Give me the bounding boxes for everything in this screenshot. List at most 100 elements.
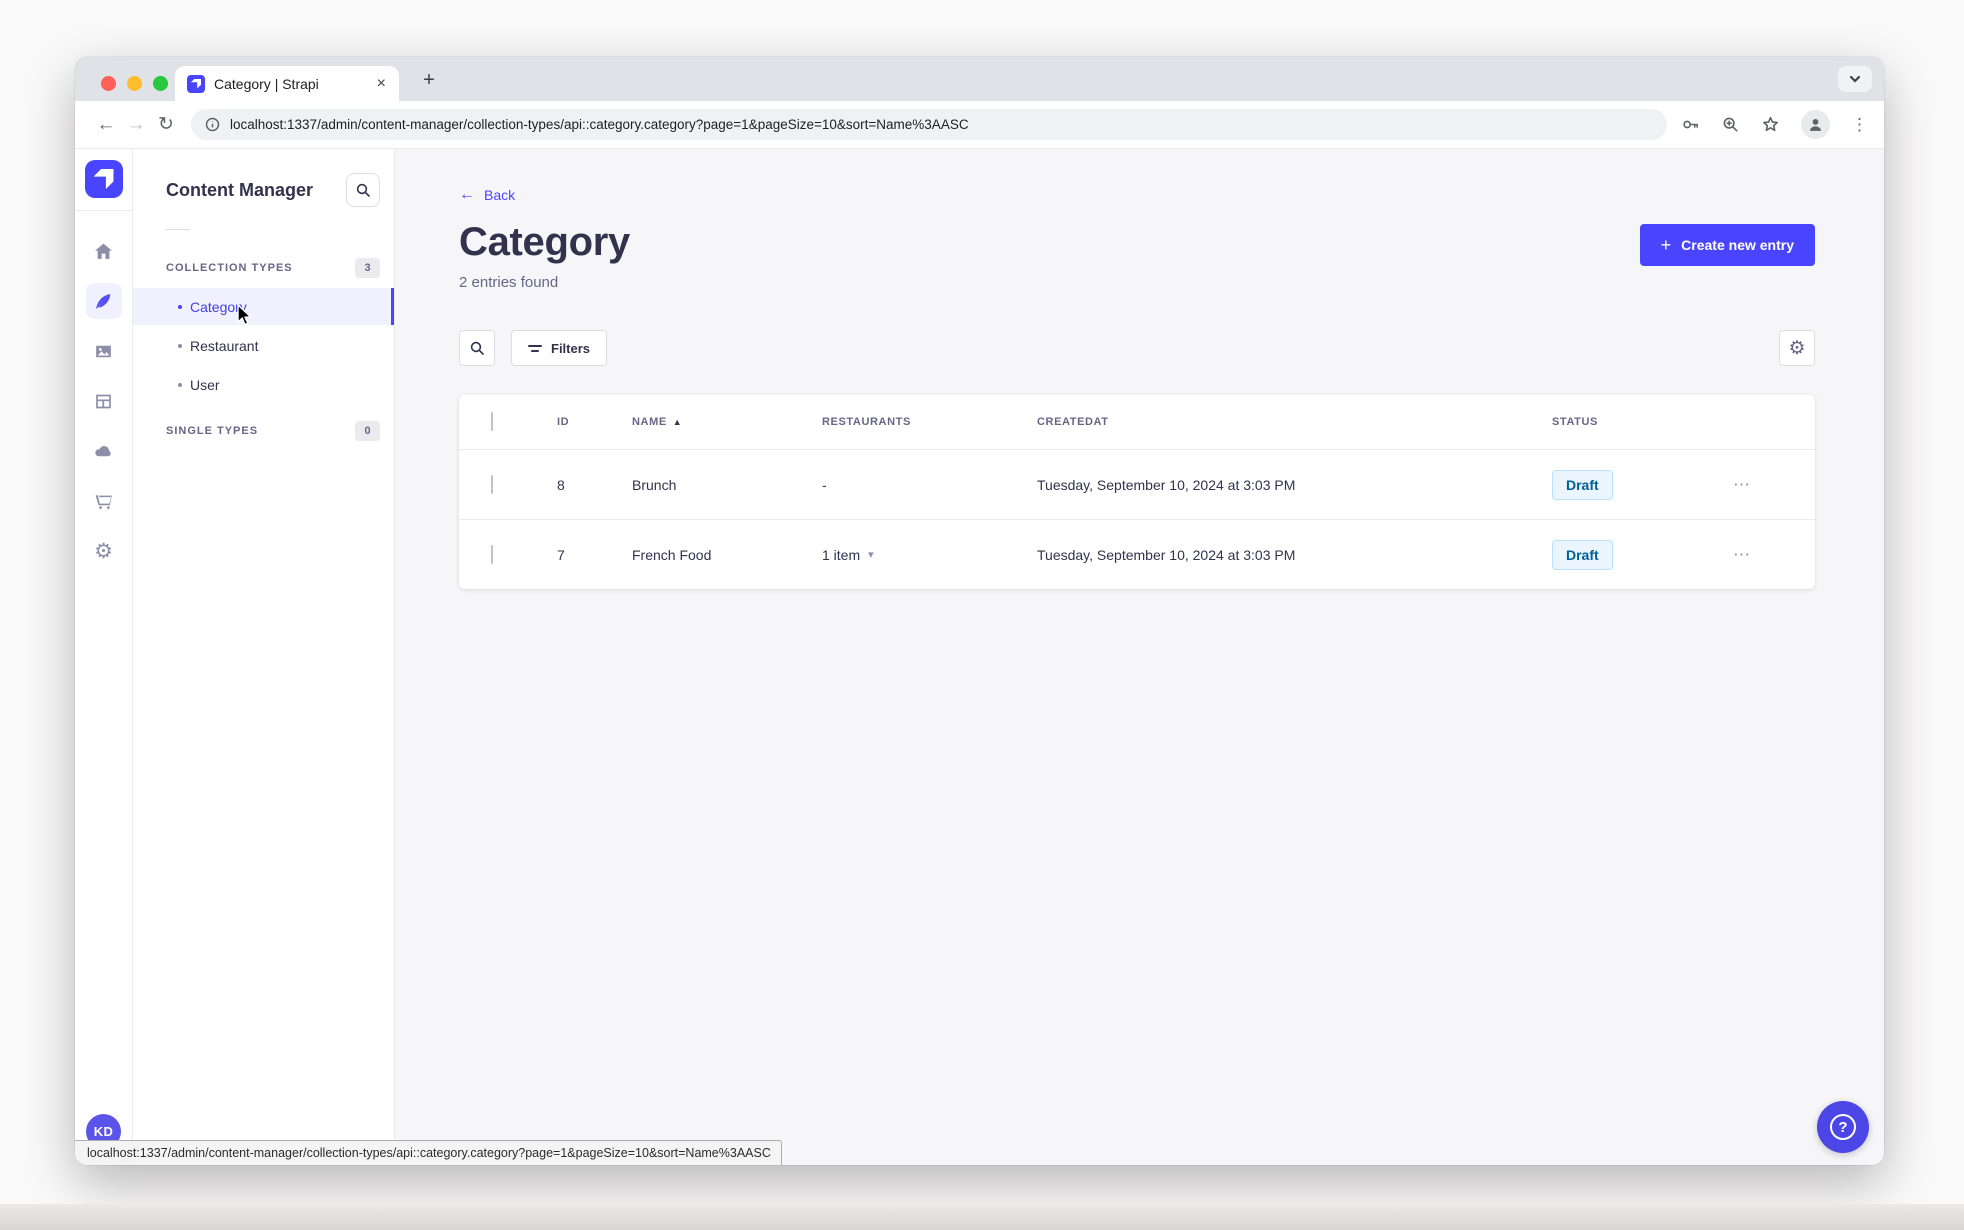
chevron-down-icon: ▾ (868, 549, 874, 561)
nav-marketplace-button[interactable] (86, 483, 122, 519)
layout-icon (96, 394, 111, 408)
profile-avatar[interactable] (1801, 110, 1830, 139)
table-row[interactable]: 8 Brunch - Tuesday, September 10, 2024 a… (459, 449, 1815, 519)
desktop-bottom-strip (0, 1204, 1964, 1230)
col-header-restaurants[interactable]: RESTAURANTS (814, 416, 1029, 428)
info-icon (205, 117, 220, 132)
entries-table: ID NAME ▲ RESTAURANTS CREATEDAT STATUS 8 … (459, 395, 1815, 589)
create-new-entry-button[interactable]: + Create new entry (1639, 224, 1815, 266)
cell-name: Brunch (632, 476, 677, 493)
tab-title: Category | Strapi (214, 75, 319, 92)
bullet-icon (178, 304, 182, 309)
sidebar-item-user[interactable]: User (133, 366, 394, 403)
table-search-button[interactable] (459, 330, 495, 366)
media-image-icon (96, 345, 111, 357)
row-checkbox[interactable] (491, 544, 493, 564)
main-content: ← Back Category + Create new entry 2 ent… (395, 149, 1884, 1165)
address-bar[interactable]: localhost:1337/admin/content-manager/col… (191, 109, 1667, 140)
col-header-id[interactable]: ID (549, 416, 624, 428)
reload-button[interactable]: ↻ (151, 113, 181, 136)
sidebar-item-restaurant[interactable]: Restaurant (133, 327, 394, 364)
nav-content-type-builder-button[interactable] (86, 383, 122, 419)
single-types-count: 0 (355, 421, 380, 441)
col-header-name[interactable]: NAME ▲ (624, 416, 814, 428)
home-icon (95, 243, 112, 259)
table-header-row: ID NAME ▲ RESTAURANTS CREATEDAT STATUS (459, 395, 1815, 449)
strapi-logo[interactable] (84, 160, 123, 198)
person-icon (1809, 119, 1822, 131)
bullet-icon (178, 382, 182, 387)
bullet-icon (178, 343, 182, 348)
tab-close-icon[interactable]: × (374, 75, 389, 93)
strapi-admin: ⚙ KD Content Manager COLLECTION TYPES 3 … (75, 149, 1884, 1165)
browser-window: Category | Strapi × + ← → ↻ localhost:13… (75, 57, 1884, 1165)
cell-id: 7 (557, 546, 565, 563)
col-header-status[interactable]: STATUS (1544, 416, 1725, 428)
toolbar-icons: ⋮ (1681, 110, 1868, 139)
bookmark-star-icon[interactable] (1761, 115, 1780, 134)
nav-home-button[interactable] (86, 233, 122, 269)
browser-toolbar: ← → ↻ localhost:1337/admin/content-manag… (75, 101, 1884, 149)
plus-icon: + (1660, 234, 1672, 255)
link-status-bar: localhost:1337/admin/content-manager/col… (75, 1140, 782, 1165)
collection-types-count: 3 (355, 258, 380, 278)
status-badge: Draft (1552, 539, 1613, 570)
row-actions-menu[interactable]: ⋯ (1733, 545, 1751, 564)
search-icon (356, 183, 370, 197)
zoom-icon[interactable] (1721, 115, 1740, 134)
sidebar-item-category[interactable]: Category (133, 288, 394, 325)
new-tab-button[interactable]: + (415, 66, 443, 94)
tab-search-button[interactable] (1838, 66, 1872, 92)
maximize-window-button[interactable] (153, 76, 168, 91)
status-badge: Draft (1552, 469, 1613, 500)
row-checkbox[interactable] (491, 474, 493, 494)
chevron-down-icon (1849, 75, 1861, 83)
search-icon (470, 341, 484, 355)
gear-icon: ⚙ (1788, 337, 1806, 359)
browser-tab[interactable]: Category | Strapi × (175, 66, 399, 101)
subnav-title: Content Manager (166, 179, 314, 200)
sort-asc-icon: ▲ (672, 417, 683, 427)
strapi-favicon-icon (187, 74, 205, 93)
back-arrow-icon: ← (459, 186, 475, 203)
feather-icon (96, 293, 111, 309)
nav-media-library-button[interactable] (86, 333, 122, 369)
cell-restaurants[interactable]: 1 item ▾ (814, 547, 1029, 563)
close-window-button[interactable] (101, 76, 116, 91)
entries-count: 2 entries found (459, 274, 559, 291)
help-button[interactable]: ? (1817, 1101, 1869, 1153)
cart-icon (95, 494, 112, 509)
rail-divider (75, 210, 133, 211)
desktop-background: Category | Strapi × + ← → ↻ localhost:13… (0, 0, 1964, 1230)
mouse-cursor (237, 303, 253, 326)
collection-types-label: COLLECTION TYPES (166, 262, 293, 274)
subnav-divider (166, 229, 190, 230)
subnav-search-button[interactable] (346, 173, 380, 207)
nav-content-manager-button[interactable] (85, 283, 122, 319)
gear-icon: ⚙ (94, 539, 113, 563)
back-button[interactable]: ← (91, 114, 121, 136)
cloud-icon (95, 445, 111, 456)
minimize-window-button[interactable] (127, 76, 142, 91)
col-header-createdat[interactable]: CREATEDAT (1029, 416, 1544, 428)
row-actions-menu[interactable]: ⋯ (1733, 475, 1751, 494)
window-controls (101, 76, 168, 91)
cell-createdat: Tuesday, September 10, 2024 at 3:03 PM (1037, 546, 1296, 563)
nav-cloud-button[interactable] (86, 433, 122, 469)
view-settings-button[interactable]: ⚙ (1779, 330, 1815, 366)
browser-menu-icon[interactable]: ⋮ (1851, 115, 1868, 135)
password-key-icon[interactable] (1681, 115, 1700, 134)
page-title: Category (459, 220, 630, 264)
content-manager-subnav: Content Manager COLLECTION TYPES 3 Categ… (133, 149, 395, 1165)
cell-createdat: Tuesday, September 10, 2024 at 3:03 PM (1037, 476, 1296, 493)
back-link[interactable]: ← Back (459, 186, 1815, 204)
filter-icon (528, 344, 542, 352)
cell-restaurants: - (822, 476, 827, 493)
table-row[interactable]: 7 French Food 1 item ▾ Tuesday, Septembe… (459, 519, 1815, 589)
single-types-label: SINGLE TYPES (166, 425, 259, 437)
nav-settings-button[interactable]: ⚙ (86, 533, 122, 569)
forward-button[interactable]: → (121, 114, 151, 136)
select-all-checkbox[interactable] (491, 412, 493, 431)
main-nav-rail: ⚙ KD (75, 149, 133, 1165)
filters-button[interactable]: Filters (511, 330, 608, 366)
